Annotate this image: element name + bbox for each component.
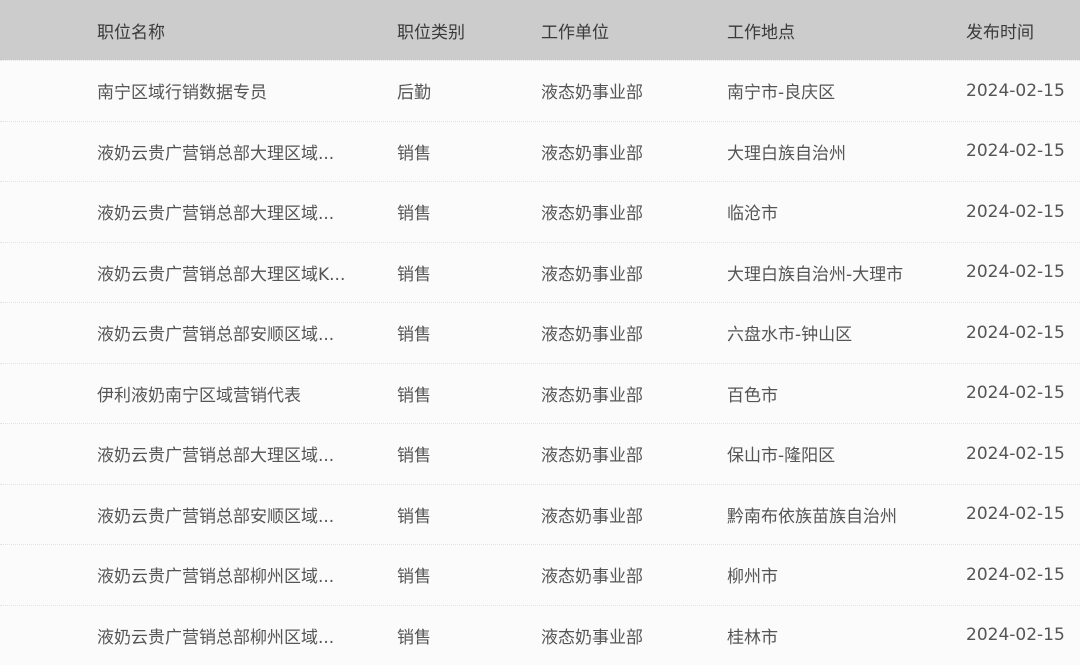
publish-date: 2024-02-15	[966, 625, 1065, 646]
table-row[interactable]: 液奶云贵广营销总部柳州区域... 销售 液态奶事业部 桂林市 2024-02-15	[0, 604, 1080, 666]
job-category: 销售	[397, 385, 431, 406]
work-location: 保山市-隆阳区	[727, 446, 836, 467]
publish-date: 2024-02-15	[966, 443, 1065, 464]
work-unit: 液态奶事业部	[541, 506, 643, 527]
job-title-link[interactable]: 液奶云贵广营销总部安顺区域...	[97, 485, 359, 545]
table-row[interactable]: 液奶云贵广营销总部大理区域... 销售 液态奶事业部 临沧市 2024-02-15	[0, 181, 1080, 242]
table-row[interactable]: 液奶云贵广营销总部大理区域K... 销售 液态奶事业部 大理白族自治州-大理市 2024…	[0, 241, 1080, 303]
job-category: 后勤	[397, 83, 431, 104]
job-category: 销售	[397, 264, 431, 285]
job-category: 销售	[397, 143, 431, 164]
work-location: 柳州市	[727, 567, 778, 588]
table-row[interactable]: 液奶云贵广营销总部安顺区域... 销售 液态奶事业部 六盘水市-钟山区 2024-02-…	[0, 302, 1080, 363]
publish-date: 2024-02-15	[966, 262, 1065, 283]
job-category: 销售	[397, 325, 431, 346]
job-title-link[interactable]: 液奶云贵广营销总部柳州区域...	[97, 606, 359, 666]
job-title-link[interactable]: 液奶云贵广营销总部安顺区域...	[97, 303, 359, 363]
publish-date: 2024-02-15	[966, 141, 1065, 162]
job-title-link[interactable]: 液奶云贵广营销总部大理区域...	[97, 122, 359, 182]
work-location: 临沧市	[727, 204, 778, 225]
work-location: 大理白族自治州-大理市	[727, 264, 904, 285]
work-unit: 液态奶事业部	[541, 204, 643, 225]
job-title-link[interactable]: 南宁区域行销数据专员	[97, 61, 359, 121]
table-row[interactable]: 南宁区域行销数据专员 后勤 液态奶事业部 南宁市-良庆区 2024-02-15	[0, 60, 1080, 121]
work-location: 百色市	[727, 385, 778, 406]
job-title-link[interactable]: 液奶云贵广营销总部大理区域K...	[97, 243, 359, 303]
work-unit: 液态奶事业部	[541, 446, 643, 467]
work-unit: 液态奶事业部	[541, 325, 643, 346]
publish-date: 2024-02-15	[966, 564, 1065, 585]
job-category: 销售	[397, 506, 431, 527]
job-category: 销售	[397, 446, 431, 467]
work-location: 六盘水市-钟山区	[727, 325, 853, 346]
work-unit: 液态奶事业部	[541, 143, 643, 164]
table-row[interactable]: 液奶云贵广营销总部安顺区域... 销售 液态奶事业部 黔南布依族苗族自治州 2024-0…	[0, 483, 1080, 545]
work-location: 桂林市	[727, 627, 778, 648]
header-job-category: 职位类别	[397, 22, 465, 43]
publish-date: 2024-02-15	[966, 504, 1065, 525]
work-unit: 液态奶事业部	[541, 385, 643, 406]
table-row[interactable]: 伊利液奶南宁区域营销代表 销售 液态奶事业部 百色市 2024-02-15	[0, 362, 1080, 424]
work-unit: 液态奶事业部	[541, 627, 643, 648]
job-category: 销售	[397, 627, 431, 648]
table-row[interactable]: 液奶云贵广营销总部大理区域... 销售 液态奶事业部 保山市-隆阳区 2024-02-1…	[0, 423, 1080, 484]
work-location: 大理白族自治州	[727, 143, 846, 164]
job-title-link[interactable]: 液奶云贵广营销总部大理区域...	[97, 424, 359, 484]
publish-date: 2024-02-15	[966, 201, 1065, 222]
publish-date: 2024-02-15	[966, 322, 1065, 343]
table-header-row: 职位名称 职位类别 工作单位 工作地点 发布时间	[0, 0, 1080, 60]
work-location: 黔南布依族苗族自治州	[727, 506, 897, 527]
work-unit: 液态奶事业部	[541, 264, 643, 285]
job-category: 销售	[397, 567, 431, 588]
work-unit: 液态奶事业部	[541, 567, 643, 588]
publish-date: 2024-02-15	[966, 80, 1065, 101]
header-publish-date: 发布时间	[966, 22, 1034, 43]
header-work-location: 工作地点	[727, 22, 795, 43]
job-title-link[interactable]: 液奶云贵广营销总部柳州区域...	[97, 545, 359, 605]
job-listing-table: 职位名称 职位类别 工作单位 工作地点 发布时间 南宁区域行销数据专员 后勤 液态奶…	[0, 0, 1080, 665]
work-location: 南宁市-良庆区	[727, 83, 836, 104]
header-work-unit: 工作单位	[541, 22, 609, 43]
job-title-link[interactable]: 液奶云贵广营销总部大理区域...	[97, 182, 359, 242]
publish-date: 2024-02-15	[966, 383, 1065, 404]
job-category: 销售	[397, 204, 431, 225]
job-title-link[interactable]: 伊利液奶南宁区域营销代表	[97, 364, 359, 424]
work-unit: 液态奶事业部	[541, 83, 643, 104]
table-row[interactable]: 液奶云贵广营销总部柳州区域... 销售 液态奶事业部 柳州市 2024-02-15	[0, 544, 1080, 605]
header-job-title: 职位名称	[97, 22, 165, 43]
table-body: 南宁区域行销数据专员 后勤 液态奶事业部 南宁市-良庆区 2024-02-15 液奶云贵广…	[0, 60, 1080, 665]
table-row[interactable]: 液奶云贵广营销总部大理区域... 销售 液态奶事业部 大理白族自治州 2024-02-1…	[0, 120, 1080, 182]
